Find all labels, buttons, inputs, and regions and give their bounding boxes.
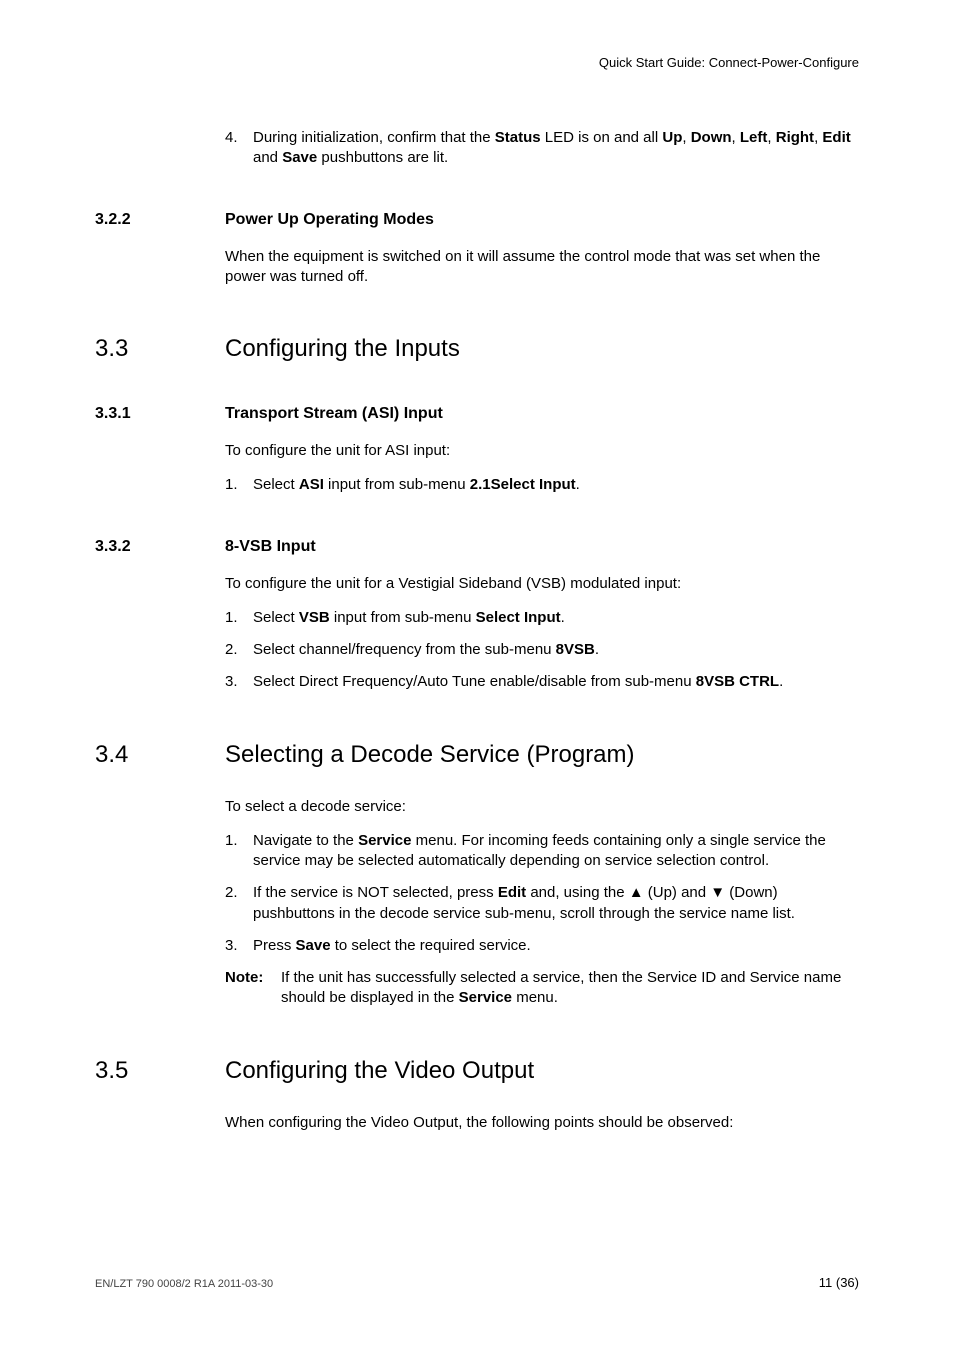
- heading-3-3-1: 3.3.1Transport Stream (ASI) Input: [95, 405, 859, 423]
- list-body: Select VSB input from sub-menu Select In…: [253, 608, 859, 628]
- section-number: 3.3.2: [95, 538, 225, 556]
- list-item: 1. Select ASI input from sub-menu 2.1Sel…: [225, 475, 859, 495]
- section-title: Transport Stream (ASI) Input: [225, 405, 443, 423]
- paragraph: When the equipment is switched on it wil…: [225, 247, 859, 288]
- section-number: 3.4: [95, 741, 225, 769]
- list-body: During initialization, confirm that the …: [253, 128, 859, 169]
- note-body: If the unit has successfully selected a …: [281, 968, 859, 1009]
- list-marker: 4.: [225, 128, 253, 169]
- list-item: 1. Select VSB input from sub-menu Select…: [225, 608, 859, 628]
- section-title: Power Up Operating Modes: [225, 211, 434, 229]
- paragraph: To configure the unit for ASI input:: [225, 441, 859, 461]
- page-footer: EN/LZT 790 0008/2 R1A 2011-03-30 11 (36): [95, 1278, 859, 1290]
- heading-3-5: 3.5Configuring the Video Output: [95, 1057, 859, 1085]
- list-body: If the service is NOT selected, press Ed…: [253, 883, 859, 924]
- running-header: Quick Start Guide: Connect-Power-Configu…: [95, 55, 859, 70]
- section-title: 8-VSB Input: [225, 538, 316, 556]
- list-body: Select ASI input from sub-menu 2.1Select…: [253, 475, 859, 495]
- list-marker: 3.: [225, 936, 253, 956]
- list-marker: 3.: [225, 672, 253, 692]
- paragraph: To configure the unit for a Vestigial Si…: [225, 574, 859, 594]
- section-number: 3.3: [95, 335, 225, 363]
- heading-3-3-2: 3.3.28-VSB Input: [95, 538, 859, 556]
- list-body: Press Save to select the required servic…: [253, 936, 859, 956]
- list-item: 4. During initialization, confirm that t…: [225, 128, 859, 169]
- heading-3-3: 3.3Configuring the Inputs: [95, 335, 859, 363]
- list-item: 3. Press Save to select the required ser…: [225, 936, 859, 956]
- paragraph: To select a decode service:: [225, 797, 859, 817]
- list-item: 2. If the service is NOT selected, press…: [225, 883, 859, 924]
- section-number: 3.5: [95, 1057, 225, 1085]
- footer-left: EN/LZT 790 0008/2 R1A 2011-03-30: [95, 1278, 273, 1290]
- list-marker: 1.: [225, 608, 253, 628]
- heading-3-4: 3.4Selecting a Decode Service (Program): [95, 741, 859, 769]
- list-item: 2. Select channel/frequency from the sub…: [225, 640, 859, 660]
- note: Note: If the unit has successfully selec…: [225, 968, 859, 1009]
- section-title: Selecting a Decode Service (Program): [225, 741, 635, 769]
- list-marker: 2.: [225, 883, 253, 924]
- paragraph: When configuring the Video Output, the f…: [225, 1113, 859, 1133]
- note-label: Note:: [225, 968, 281, 1009]
- section-title: Configuring the Inputs: [225, 335, 460, 363]
- list-body: Navigate to the Service menu. For incomi…: [253, 831, 859, 872]
- list-item: 3. Select Direct Frequency/Auto Tune ena…: [225, 672, 859, 692]
- section-number: 3.3.1: [95, 405, 225, 423]
- list-item: 1. Navigate to the Service menu. For inc…: [225, 831, 859, 872]
- list-marker: 2.: [225, 640, 253, 660]
- list-marker: 1.: [225, 831, 253, 872]
- page: Quick Start Guide: Connect-Power-Configu…: [0, 0, 954, 1350]
- footer-page-number: 11 (36): [819, 1275, 859, 1290]
- list-body: Select Direct Frequency/Auto Tune enable…: [253, 672, 859, 692]
- heading-3-2-2: 3.2.2Power Up Operating Modes: [95, 211, 859, 229]
- list-marker: 1.: [225, 475, 253, 495]
- section-title: Configuring the Video Output: [225, 1057, 534, 1085]
- list-body: Select channel/frequency from the sub-me…: [253, 640, 859, 660]
- section-number: 3.2.2: [95, 211, 225, 229]
